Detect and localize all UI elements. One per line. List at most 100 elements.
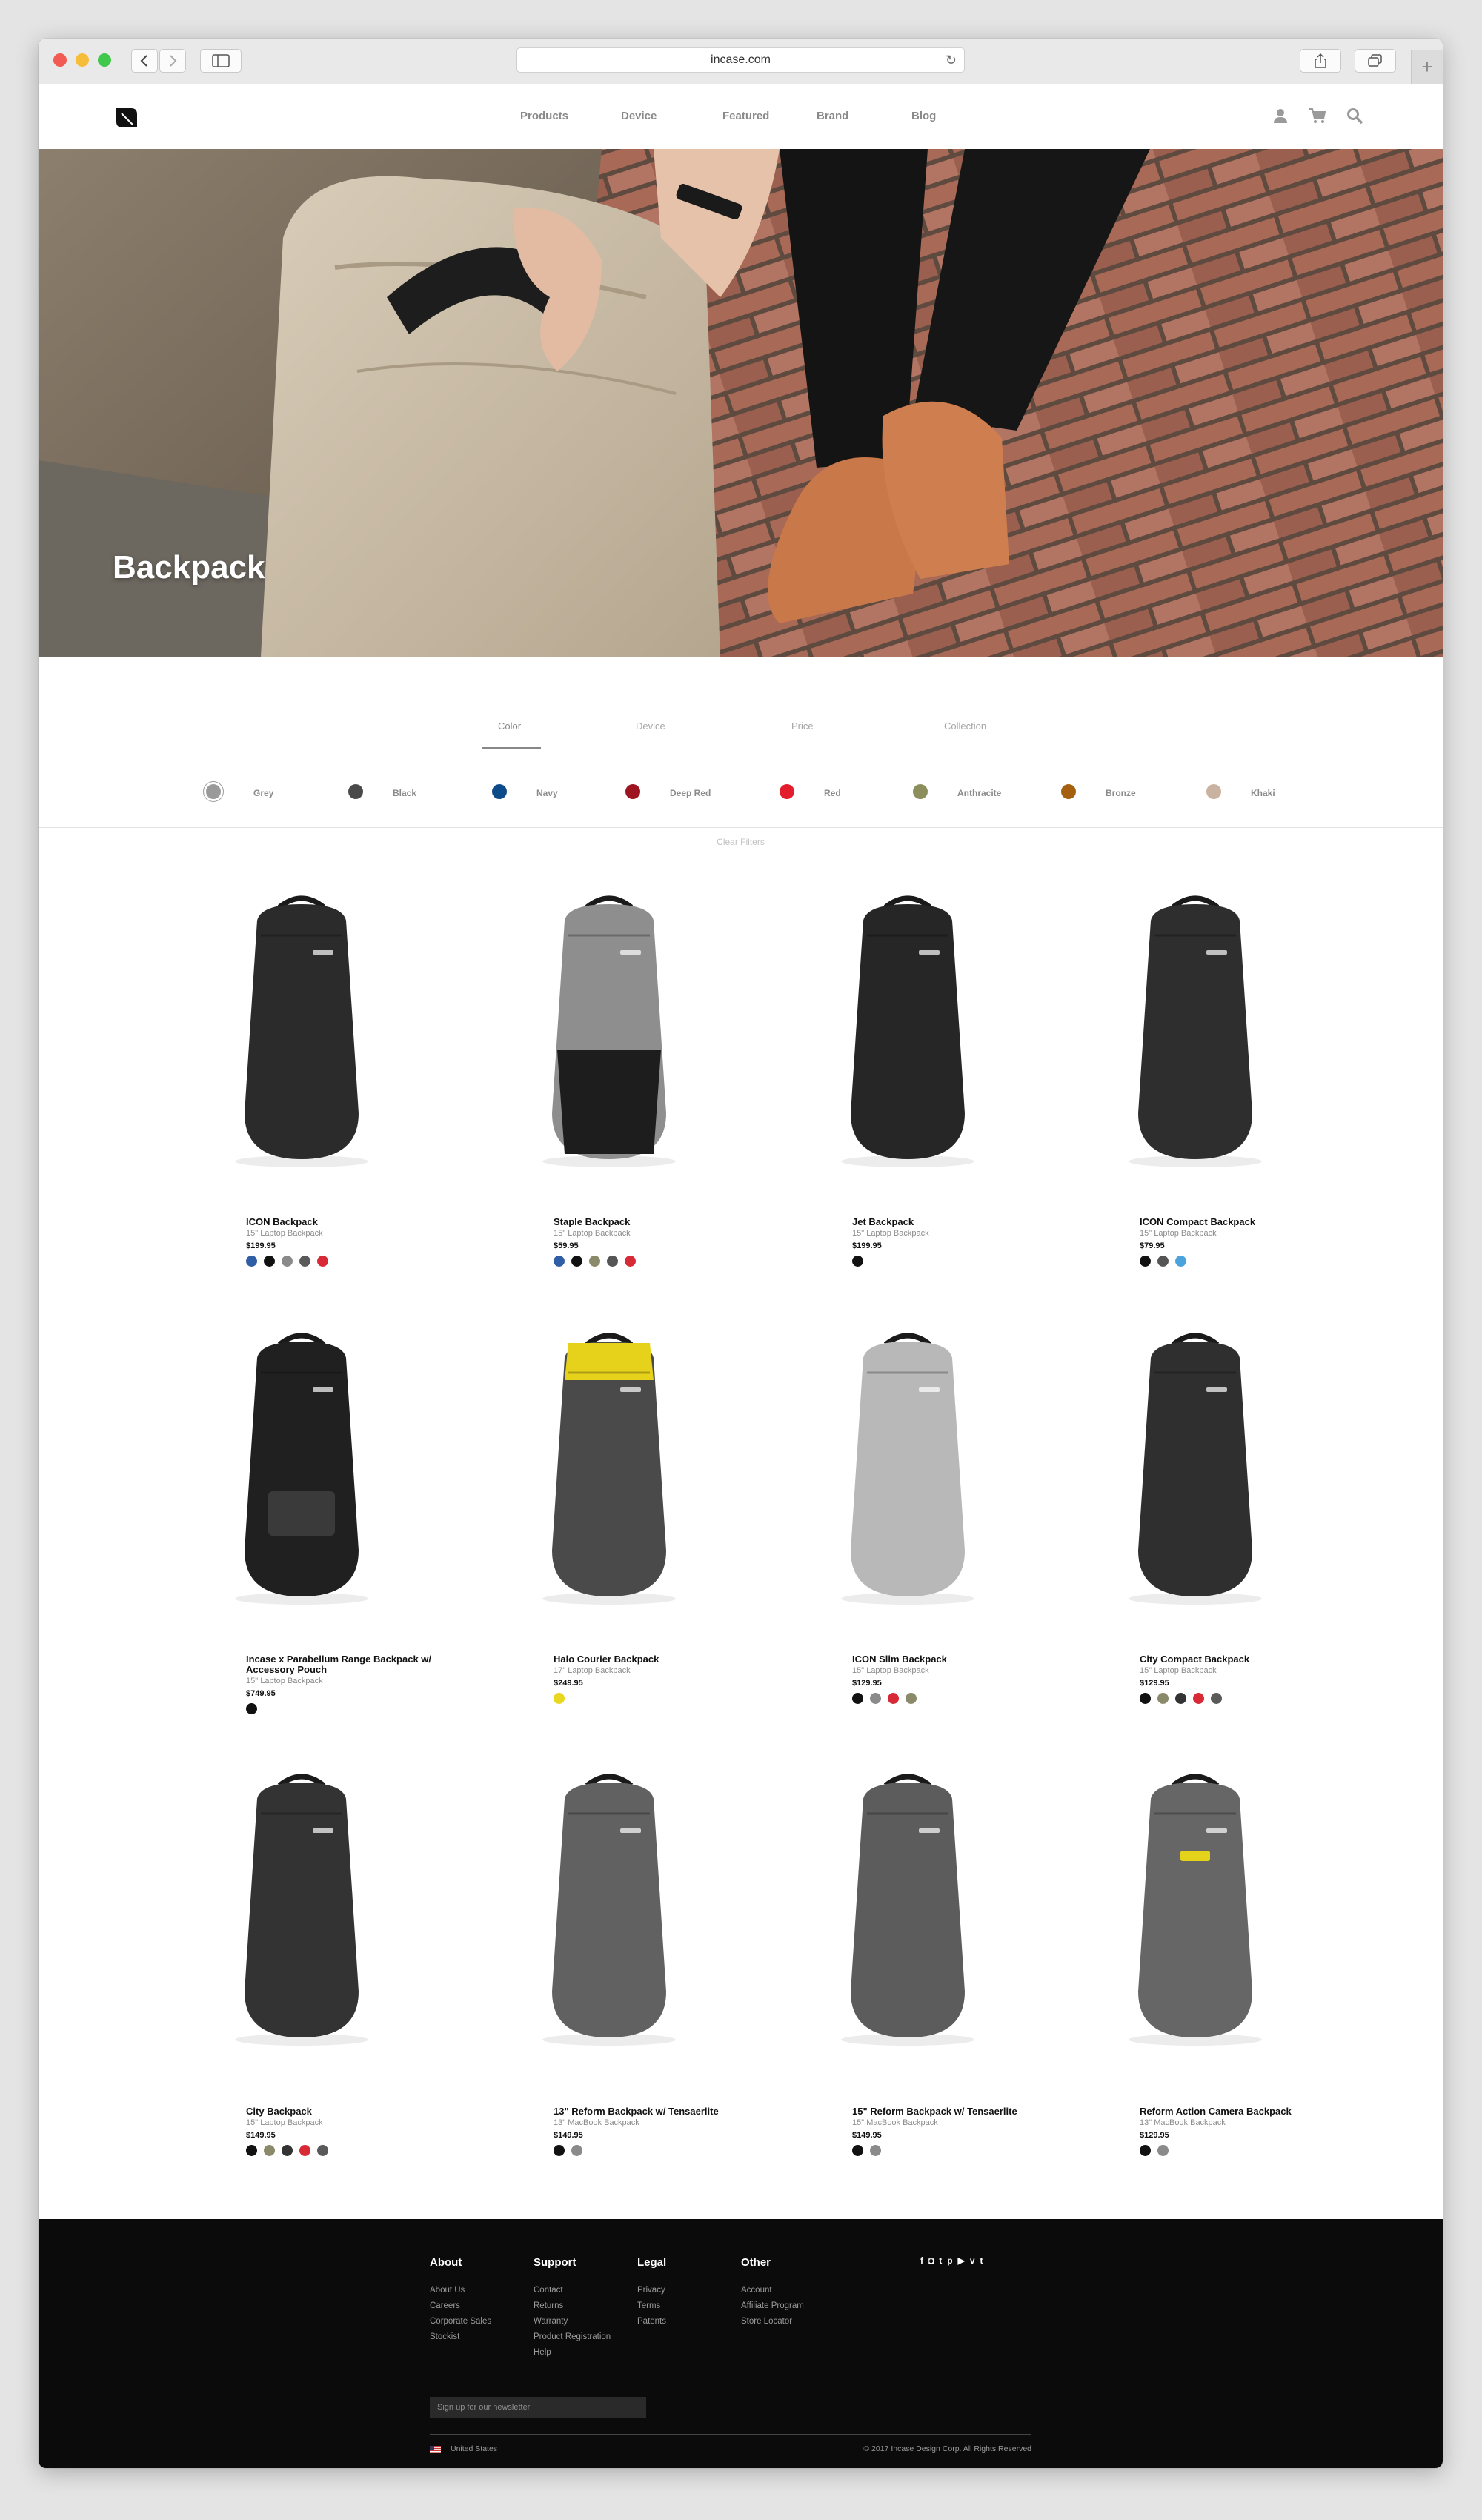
color-swatch-grey[interactable] — [206, 784, 221, 799]
product-color-dot[interactable] — [317, 2145, 328, 2156]
minimize-window-button[interactable] — [76, 53, 89, 67]
product-color-dot[interactable] — [282, 1256, 293, 1267]
product-color-dot[interactable] — [625, 1256, 636, 1267]
color-label[interactable]: Bronze — [1106, 788, 1136, 798]
color-label[interactable]: Anthracite — [957, 788, 1001, 798]
product-name[interactable]: 13" Reform Backpack w/ Tensaerlite — [554, 2106, 761, 2117]
search-icon[interactable] — [1346, 107, 1363, 125]
product-name[interactable]: Staple Backpack — [554, 1217, 761, 1227]
product-image[interactable] — [793, 1328, 1015, 1610]
product-color-dot[interactable] — [246, 2145, 257, 2156]
product-color-dot[interactable] — [906, 1693, 917, 1704]
product-name[interactable]: City Backpack — [246, 2106, 453, 2117]
product-name[interactable]: ICON Backpack — [246, 1217, 453, 1227]
tabs-overview-button[interactable] — [1355, 49, 1396, 73]
product-color-dot[interactable] — [870, 2145, 881, 2156]
product-card[interactable]: Staple Backpack 15" Laptop Backpack $59.95 — [494, 891, 717, 1291]
footer-link[interactable]: Terms — [637, 2298, 666, 2314]
footer-link[interactable]: Product Registration — [534, 2330, 611, 2345]
product-name[interactable]: Incase x Parabellum Range Backpack w/ Ac… — [246, 1654, 453, 1675]
product-color-dot[interactable] — [299, 1256, 310, 1267]
product-image[interactable] — [1080, 1328, 1303, 1610]
footer-link[interactable]: Careers — [430, 2298, 491, 2314]
product-color-dot[interactable] — [1140, 1693, 1151, 1704]
product-color-dot[interactable] — [1175, 1693, 1186, 1704]
footer-link[interactable]: Help — [534, 2345, 611, 2361]
color-label[interactable]: Deep Red — [670, 788, 711, 798]
product-image[interactable] — [187, 1769, 409, 2051]
forward-button[interactable] — [159, 49, 186, 73]
close-window-button[interactable] — [53, 53, 67, 67]
footer-link[interactable]: Stockist — [430, 2330, 491, 2345]
product-color-dot[interactable] — [246, 1703, 257, 1714]
product-color-dot[interactable] — [852, 1693, 863, 1704]
color-label[interactable]: Red — [824, 788, 841, 798]
color-swatch-bronze[interactable] — [1061, 784, 1076, 799]
product-card[interactable]: Incase x Parabellum Range Backpack w/ Ac… — [187, 1328, 431, 1728]
product-color-dot[interactable] — [264, 2145, 275, 2156]
filter-tab-color[interactable]: Color — [498, 720, 521, 732]
filter-tab-price[interactable]: Price — [791, 720, 814, 732]
new-tab-button[interactable]: + — [1411, 50, 1443, 84]
nav-products[interactable]: Products — [520, 110, 568, 122]
footer-link[interactable]: Store Locator — [741, 2314, 804, 2330]
cart-icon[interactable] — [1309, 107, 1326, 125]
twitter-icon[interactable]: t — [939, 2255, 942, 2266]
product-color-dot[interactable] — [1140, 2145, 1151, 2156]
product-color-dot[interactable] — [607, 1256, 618, 1267]
product-card[interactable]: Reform Action Camera Backpack 13" MacBook… — [1080, 1769, 1303, 2169]
product-image[interactable] — [1080, 891, 1303, 1173]
share-button[interactable] — [1300, 49, 1341, 73]
youtube-icon[interactable]: ▶ — [958, 2255, 965, 2266]
product-image[interactable] — [793, 891, 1015, 1173]
product-card[interactable]: City Compact Backpack 15" Laptop Backpack… — [1080, 1328, 1303, 1728]
product-color-dot[interactable] — [317, 1256, 328, 1267]
product-color-dot[interactable] — [888, 1693, 899, 1704]
product-color-dot[interactable] — [589, 1256, 600, 1267]
product-color-dot[interactable] — [571, 1256, 582, 1267]
facebook-icon[interactable]: f — [920, 2255, 923, 2266]
clear-filters-link[interactable]: Clear Filters — [39, 837, 1443, 847]
product-color-dot[interactable] — [554, 1256, 565, 1267]
address-bar[interactable]: incase.com ↻ — [516, 47, 965, 73]
product-image[interactable] — [187, 891, 409, 1173]
product-color-dot[interactable] — [1157, 1256, 1169, 1267]
color-swatch-red[interactable] — [780, 784, 794, 799]
footer-link[interactable]: About Us — [430, 2283, 491, 2298]
footer-link[interactable]: Affiliate Program — [741, 2298, 804, 2314]
product-card[interactable]: 13" Reform Backpack w/ Tensaerlite 13" Ma… — [494, 1769, 719, 2169]
product-image[interactable] — [1080, 1769, 1303, 2051]
footer-link[interactable]: Privacy — [637, 2283, 666, 2298]
tumblr-icon[interactable]: t — [980, 2255, 983, 2266]
color-label[interactable]: Grey — [253, 788, 273, 798]
back-button[interactable] — [131, 49, 158, 73]
zoom-window-button[interactable] — [98, 53, 111, 67]
color-label[interactable]: Khaki — [1251, 788, 1275, 798]
product-color-dot[interactable] — [1211, 1693, 1222, 1704]
product-name[interactable]: ICON Slim Backpack — [852, 1654, 1060, 1665]
product-color-dot[interactable] — [246, 1256, 257, 1267]
product-color-dot[interactable] — [852, 2145, 863, 2156]
product-card[interactable]: ICON Backpack 15" Laptop Backpack $199.95 — [187, 891, 409, 1291]
incase-logo[interactable] — [115, 107, 139, 129]
product-color-dot[interactable] — [571, 2145, 582, 2156]
footer-link[interactable]: Returns — [534, 2298, 611, 2314]
product-card[interactable]: 15" Reform Backpack w/ Tensaerlite 15" Ma… — [793, 1769, 1017, 2169]
color-swatch-black[interactable] — [348, 784, 363, 799]
product-card[interactable]: ICON Slim Backpack 15" Laptop Backpack $12… — [793, 1328, 1015, 1728]
product-card[interactable]: Jet Backpack 15" Laptop Backpack $199.95 — [793, 891, 1015, 1291]
footer-link[interactable]: Corporate Sales — [430, 2314, 491, 2330]
footer-link[interactable]: Account — [741, 2283, 804, 2298]
product-image[interactable] — [494, 1769, 717, 2051]
product-name[interactable]: Halo Courier Backpack — [554, 1654, 761, 1665]
color-swatch-deep-red[interactable] — [625, 784, 640, 799]
user-icon[interactable] — [1272, 107, 1289, 125]
product-name[interactable]: City Compact Backpack — [1140, 1654, 1347, 1665]
product-color-dot[interactable] — [1193, 1693, 1204, 1704]
product-image[interactable] — [494, 1328, 717, 1610]
color-label[interactable]: Black — [393, 788, 416, 798]
color-label[interactable]: Navy — [536, 788, 558, 798]
product-image[interactable] — [793, 1769, 1015, 2051]
product-name[interactable]: ICON Compact Backpack — [1140, 1217, 1347, 1227]
product-card[interactable]: City Backpack 15" Laptop Backpack $149.95 — [187, 1769, 409, 2169]
